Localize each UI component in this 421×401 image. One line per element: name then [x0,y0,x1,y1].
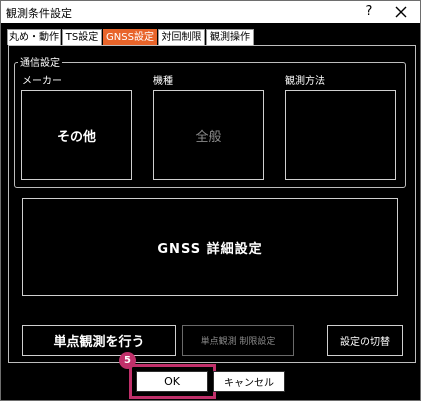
comm-settings-legend: 通信設定 [18,54,62,69]
ok-button[interactable]: OK [136,371,208,392]
model-label: 機種 [153,76,173,87]
single-point-label: 単点観測を行う [53,335,145,350]
close-icon [395,6,407,18]
single-point-limit-label: 単点観測 制限設定 [200,337,276,347]
tab-set-limit[interactable]: 対回制限 [158,29,205,45]
title-bar: 観測条件設定 ? [1,1,420,23]
tab-observation-ops[interactable]: 観測操作 [206,29,254,45]
method-label: 観測方法 [285,76,325,87]
single-point-limit-button[interactable]: 単点観測 制限設定 [182,325,294,356]
tab-gnss-settings[interactable]: GNSS設定 [103,29,157,45]
single-point-observation-button[interactable]: 単点観測を行う [22,325,176,356]
dialog-window: 観測条件設定 ? 丸め・動作 TS設定 GNSS設定 対回制限 観測操作 通信設… [0,0,421,401]
gnss-detail-label: GNSS 詳細設定 [157,241,263,257]
help-button[interactable]: ? [359,2,379,22]
step-number-badge: 5 [119,352,136,369]
maker-label: メーカー [22,76,62,87]
cancel-button[interactable]: キャンセル [213,371,285,392]
ok-label: OK [164,375,180,388]
window-title: 観測条件設定 [6,7,72,20]
tab-ts-settings[interactable]: TS設定 [62,29,102,45]
model-value: 全般 [195,129,222,145]
tab-rounding[interactable]: 丸め・動作 [7,29,61,45]
method-select[interactable] [285,90,396,180]
switch-settings-button[interactable]: 設定の切替 [327,325,403,356]
close-button[interactable] [388,2,414,22]
maker-value: その他 [56,129,96,145]
cancel-label: キャンセル [224,378,274,389]
gnss-detail-settings-button[interactable]: GNSS 詳細設定 [22,198,398,296]
switch-settings-label: 設定の切替 [340,337,390,348]
model-select[interactable]: 全般 [153,90,264,180]
maker-select[interactable]: その他 [21,90,132,180]
